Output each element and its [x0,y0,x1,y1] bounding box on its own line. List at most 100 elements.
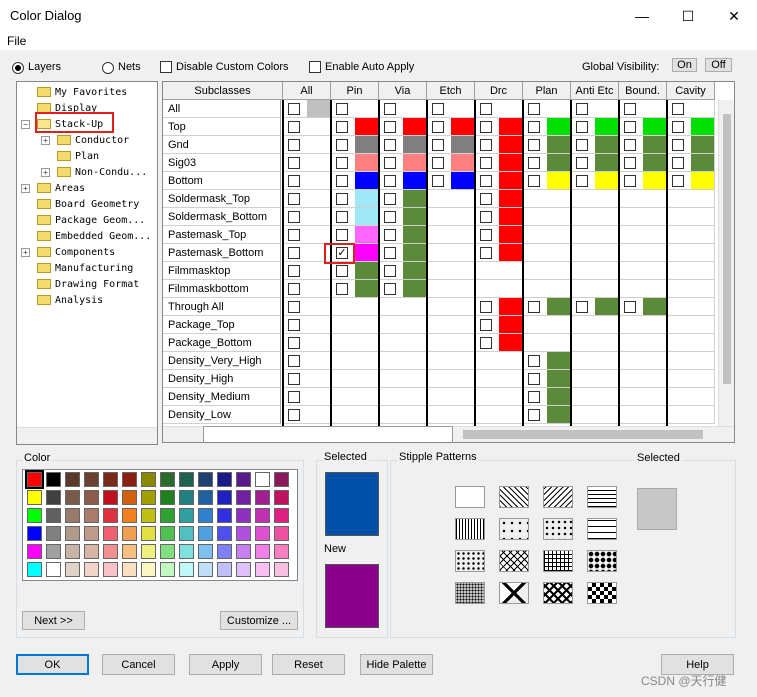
column-header-pin[interactable]: Pin [331,82,379,100]
visibility-checkbox[interactable] [480,121,492,133]
visibility-checkbox[interactable] [624,175,636,187]
visibility-checkbox[interactable] [288,283,300,295]
visibility-checkbox[interactable] [528,391,540,403]
palette-swatch[interactable] [217,562,232,577]
visibility-checkbox[interactable] [624,301,636,313]
visibility-checkbox[interactable] [480,301,492,313]
visibility-checkbox[interactable] [480,175,492,187]
tree-item-plan[interactable]: Plan [57,148,99,164]
hide-palette-button[interactable]: Hide Palette [360,654,433,675]
tree-item-components[interactable]: Components [37,244,115,260]
color-swatch[interactable] [499,244,522,261]
palette-swatch[interactable] [217,526,232,541]
column-header-etch[interactable]: Etch [427,82,475,100]
palette-swatch[interactable] [255,544,270,559]
palette-swatch[interactable] [217,472,232,487]
palette-swatch[interactable] [122,508,137,523]
palette-swatch[interactable] [255,562,270,577]
visibility-checkbox[interactable] [576,139,588,151]
color-swatch[interactable] [355,280,378,297]
color-swatch[interactable] [643,136,666,153]
visibility-checkbox[interactable] [384,229,396,241]
palette-swatch[interactable] [103,544,118,559]
grid-vscroll-thumb[interactable] [723,114,731,384]
palette-swatch[interactable] [179,526,194,541]
palette-swatch[interactable] [46,472,61,487]
palette-swatch[interactable] [141,526,156,541]
stipple-pattern[interactable] [455,486,485,508]
stipple-pattern[interactable] [455,518,485,540]
stipple-pattern[interactable] [587,518,617,540]
color-swatch[interactable] [691,136,714,153]
color-swatch[interactable] [355,118,378,135]
column-header-bound-[interactable]: Bound. [619,82,667,100]
visibility-checkbox[interactable] [336,139,348,151]
tree-hscrollbar[interactable] [17,427,157,444]
column-header-cavity[interactable]: Cavity [667,82,715,100]
color-swatch[interactable] [451,172,474,189]
apply-button[interactable]: Apply [189,654,262,675]
palette-swatch[interactable] [179,508,194,523]
color-swatch[interactable] [355,244,378,261]
stipple-pattern[interactable] [587,486,617,508]
color-swatch[interactable] [595,154,618,171]
palette-swatch[interactable] [255,526,270,541]
palette-swatch[interactable] [274,562,289,577]
palette-swatch[interactable] [141,508,156,523]
stipple-pattern[interactable] [499,550,529,572]
tree-item-areas[interactable]: Areas [37,180,85,196]
color-swatch[interactable] [499,334,522,351]
tree-item-conductor[interactable]: Conductor [57,132,129,148]
palette-swatch[interactable] [274,544,289,559]
color-swatch[interactable] [547,388,570,405]
expand-icon[interactable]: + [21,248,30,257]
palette-swatch[interactable] [255,490,270,505]
visibility-checkbox[interactable] [336,229,348,241]
palette-swatch[interactable] [274,490,289,505]
visibility-checkbox[interactable] [336,193,348,205]
color-swatch[interactable] [595,136,618,153]
visibility-checkbox[interactable] [624,103,636,115]
reset-button[interactable]: Reset [272,654,345,675]
stipple-pattern[interactable] [587,582,617,604]
palette-swatch[interactable] [65,526,80,541]
expand-icon[interactable]: + [41,168,50,177]
color-swatch[interactable] [595,298,618,315]
expand-icon[interactable]: + [41,136,50,145]
palette-swatch[interactable] [198,544,213,559]
tree-item-my-favorites[interactable]: My Favorites [37,84,127,100]
color-swatch[interactable] [595,172,618,189]
color-swatch[interactable] [403,118,426,135]
visibility-checkbox[interactable] [672,175,684,187]
grid-hscroll-thumb[interactable] [463,430,703,439]
visibility-checkbox[interactable] [336,265,348,277]
palette-swatch[interactable] [179,472,194,487]
color-swatch[interactable] [403,226,426,243]
color-swatch[interactable] [595,118,618,135]
visibility-checkbox[interactable] [384,283,396,295]
visibility-checkbox[interactable] [432,157,444,169]
next-palette-button[interactable]: Next >> [22,611,85,630]
visibility-checkbox[interactable] [288,301,300,313]
visibility-checkbox[interactable] [336,121,348,133]
palette-swatch[interactable] [46,526,61,541]
color-swatch[interactable] [547,136,570,153]
global-visibility-on-button[interactable]: On [672,58,697,72]
palette-swatch[interactable] [103,472,118,487]
color-swatch[interactable] [499,226,522,243]
visibility-checkbox[interactable] [432,121,444,133]
palette-swatch[interactable] [179,490,194,505]
palette-swatch[interactable] [217,508,232,523]
color-swatch[interactable] [403,154,426,171]
color-swatch[interactable] [547,172,570,189]
tree-item-embedded-geometry[interactable]: Embedded Geom... [37,228,151,244]
color-swatch[interactable] [499,154,522,171]
color-swatch[interactable] [499,190,522,207]
visibility-checkbox[interactable] [288,121,300,133]
visibility-checkbox[interactable] [384,157,396,169]
color-swatch[interactable] [355,154,378,171]
palette-swatch[interactable] [236,508,251,523]
color-swatch[interactable] [691,154,714,171]
color-swatch[interactable] [403,262,426,279]
palette-swatch[interactable] [122,472,137,487]
